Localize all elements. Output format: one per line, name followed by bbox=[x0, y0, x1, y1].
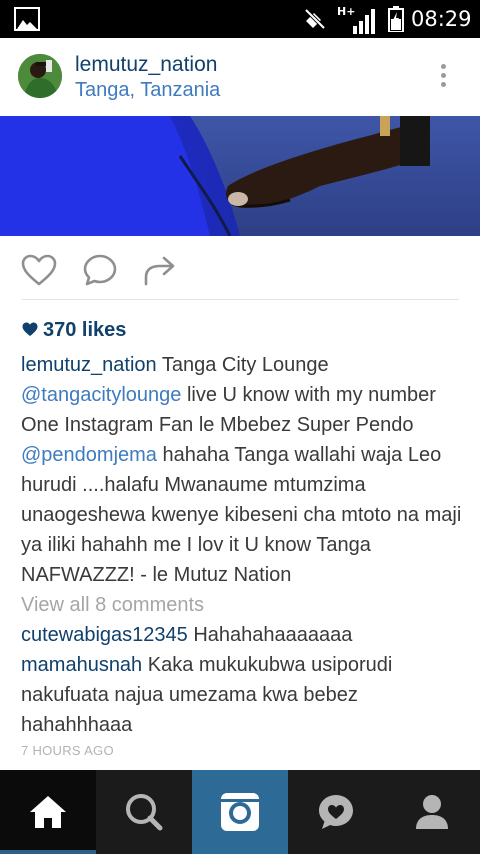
likes-count: 370 likes bbox=[43, 319, 127, 341]
post-timestamp: 7 HOURS AGO bbox=[21, 743, 114, 758]
post-caption: lemutuz_nation Tanga City Lounge @tangac… bbox=[21, 350, 466, 590]
comment-username[interactable]: cutewabigas12345 bbox=[21, 624, 188, 646]
divider bbox=[22, 299, 459, 300]
caption-text: Tanga City Lounge bbox=[156, 354, 329, 376]
nav-camera[interactable] bbox=[192, 770, 288, 854]
post-username[interactable]: lemutuz_nation bbox=[75, 52, 217, 78]
camera-icon bbox=[221, 793, 259, 831]
bottom-nav bbox=[0, 770, 480, 854]
home-icon bbox=[30, 796, 66, 828]
post-header: lemutuz_nation Tanga, Tanzania bbox=[0, 38, 480, 116]
avatar[interactable] bbox=[18, 54, 62, 98]
mute-icon bbox=[304, 8, 326, 30]
view-all-comments-link[interactable]: View all 8 comments bbox=[21, 590, 204, 620]
comment-text: Hahahahaaaaaaa bbox=[187, 624, 353, 646]
caption-mention[interactable]: @pendomjema bbox=[21, 444, 157, 466]
nav-home[interactable] bbox=[0, 770, 96, 854]
heart-icon[interactable] bbox=[20, 253, 58, 287]
comment-username[interactable]: mamahusnah bbox=[21, 654, 142, 676]
more-options-icon[interactable] bbox=[432, 62, 454, 94]
post-photo[interactable] bbox=[0, 116, 480, 236]
comment: mamahusnah Kaka mukukubwa usiporudi naku… bbox=[21, 650, 466, 740]
post-actions bbox=[0, 236, 480, 300]
gallery-icon bbox=[14, 7, 40, 31]
clock: 08:29 bbox=[411, 7, 472, 31]
battery-icon bbox=[388, 6, 404, 32]
status-bar: H+ 08:29 bbox=[0, 0, 480, 38]
profile-icon bbox=[416, 795, 448, 829]
comment: cutewabigas12345 Hahahahaaaaaaa bbox=[21, 620, 466, 650]
share-icon[interactable] bbox=[142, 253, 178, 287]
filled-heart-icon bbox=[22, 322, 38, 336]
signal-icon: H+ bbox=[337, 4, 383, 34]
post-location[interactable]: Tanga, Tanzania bbox=[75, 77, 220, 103]
caption-username[interactable]: lemutuz_nation bbox=[21, 354, 157, 376]
search-icon bbox=[126, 794, 163, 831]
nav-profile[interactable] bbox=[384, 770, 480, 854]
comment-icon[interactable] bbox=[82, 253, 118, 287]
activity-icon bbox=[319, 795, 353, 829]
caption-mention[interactable]: @tangacitylounge bbox=[21, 384, 181, 406]
nav-search[interactable] bbox=[96, 770, 192, 854]
nav-activity[interactable] bbox=[288, 770, 384, 854]
